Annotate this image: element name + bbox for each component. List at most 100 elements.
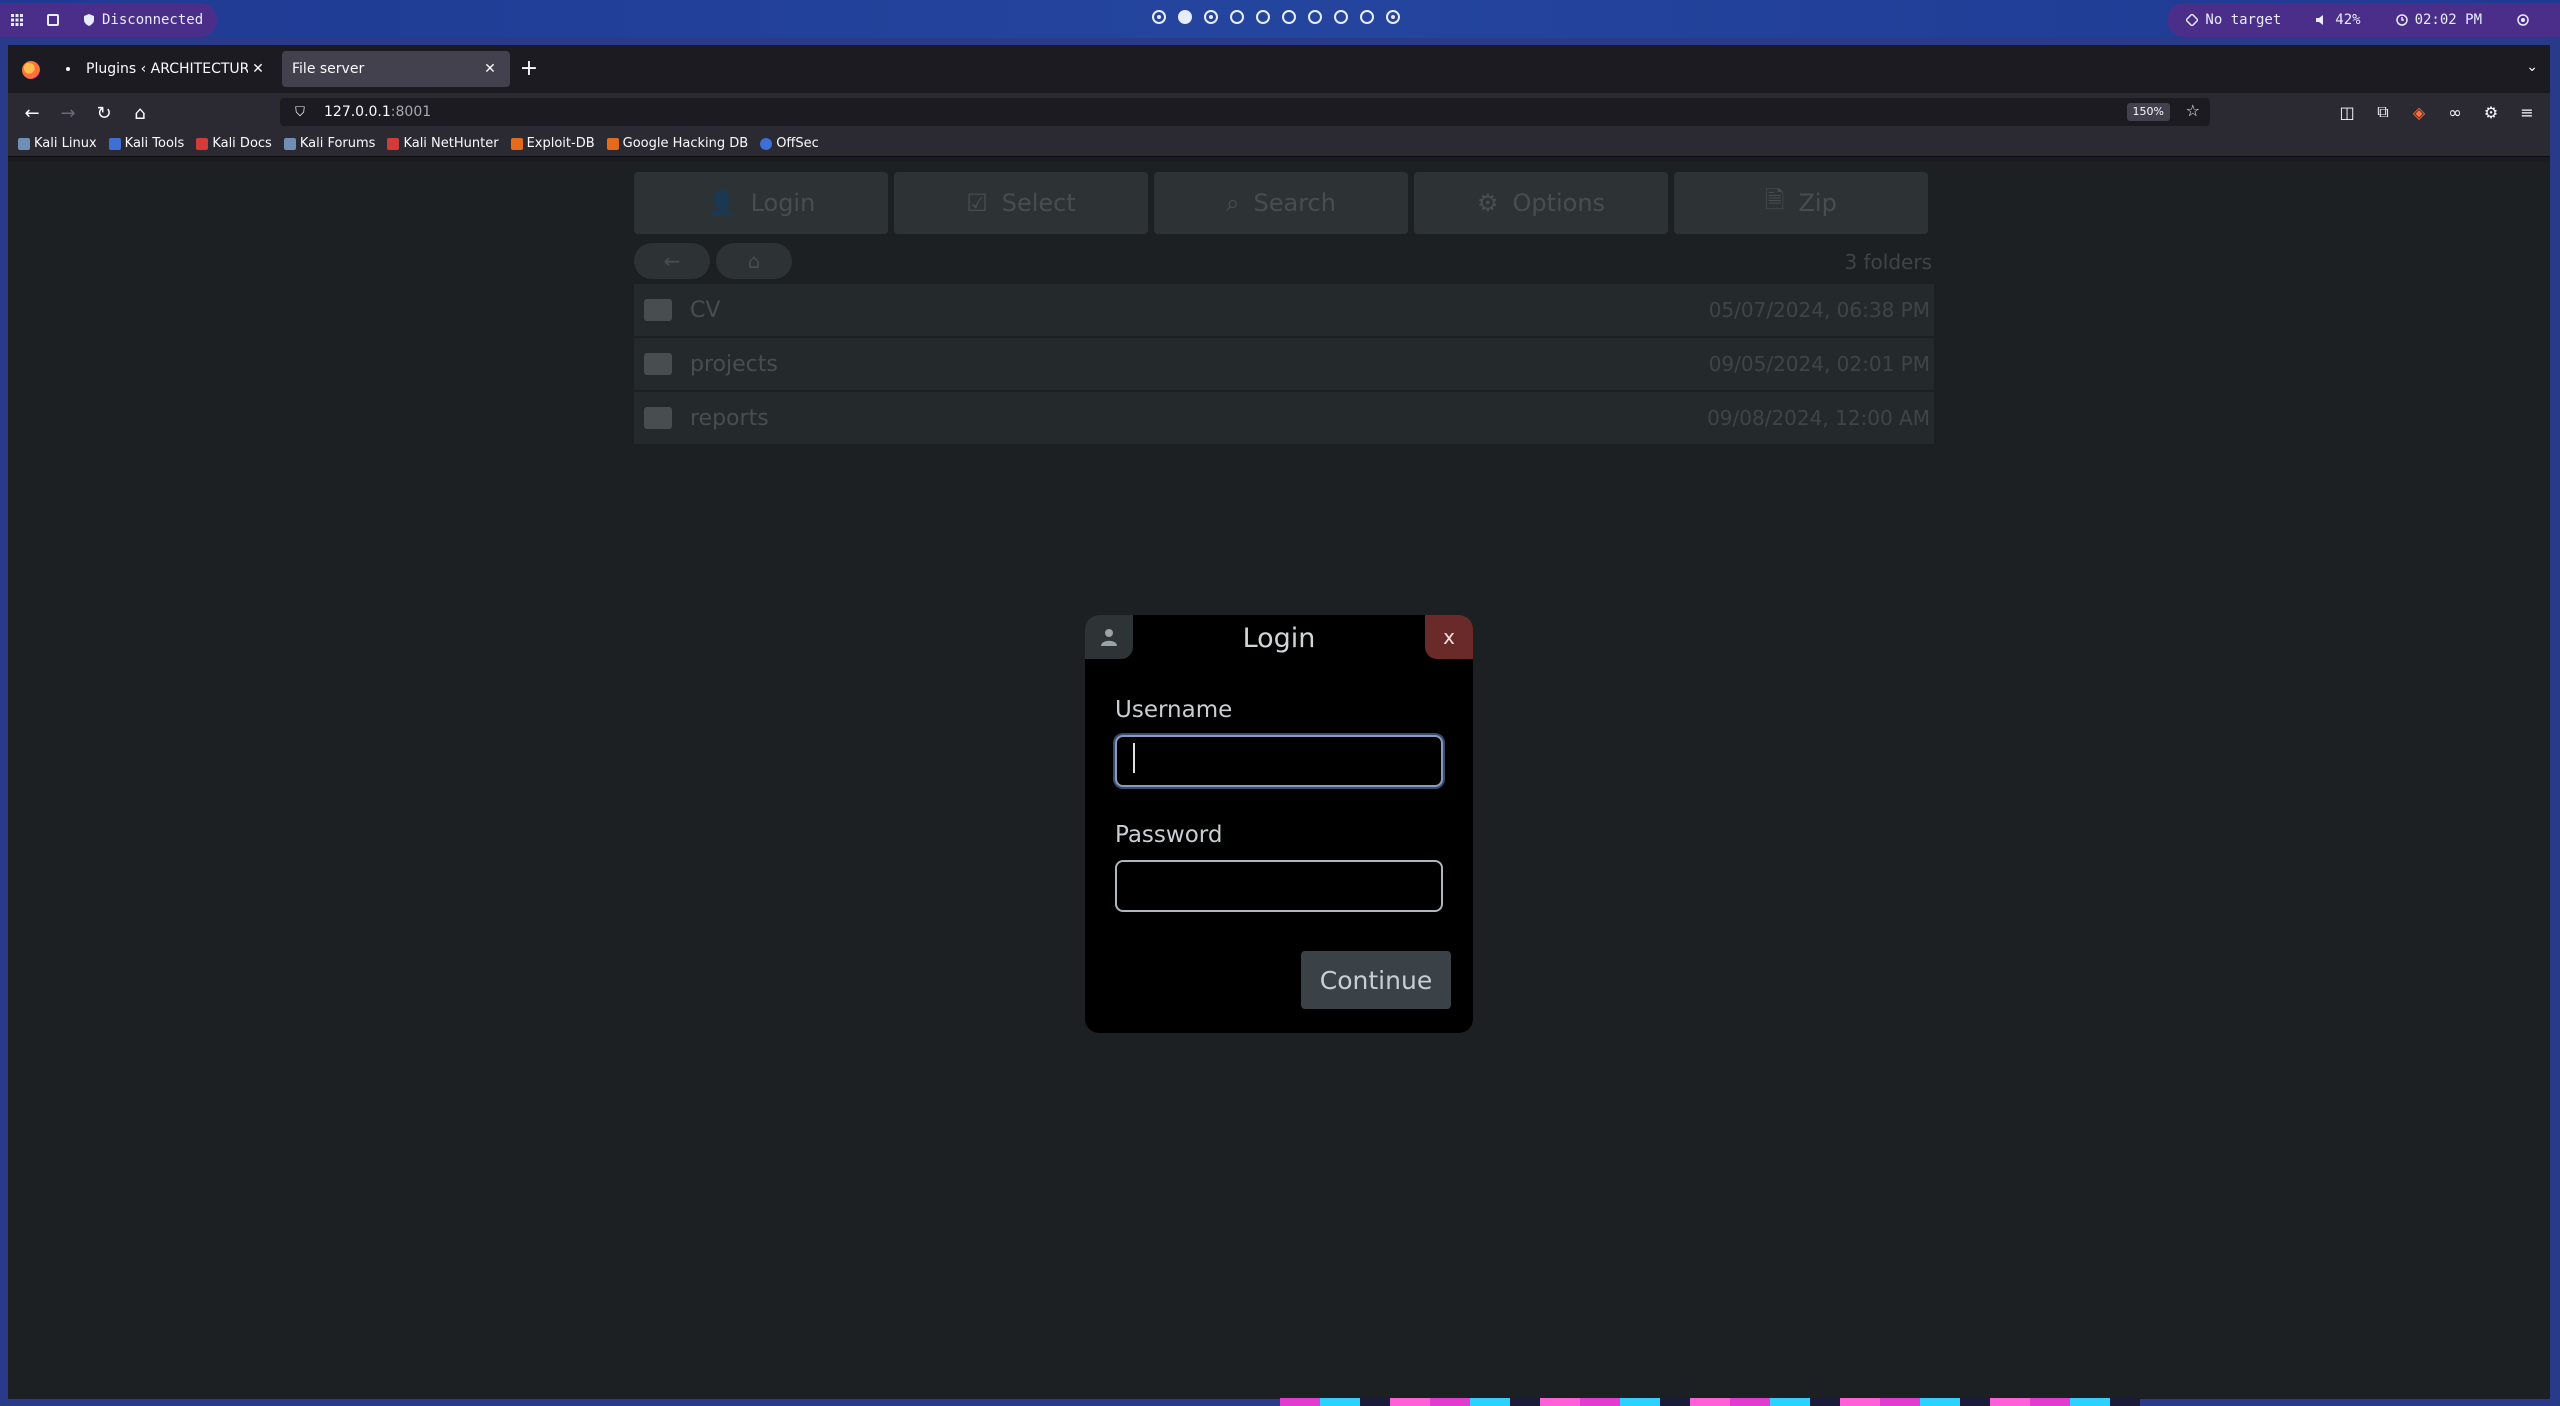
workspace-4[interactable]	[1230, 10, 1244, 24]
file-server-toolbar: 👤 Login ☑ Select ⌕ Search ⚙ Options 🗎 Zip	[634, 172, 1934, 234]
text-caret	[1133, 743, 1135, 773]
zoom-level-badge[interactable]: 150%	[2126, 103, 2170, 121]
tab-title: Plugins ‹ ARCHITECTURE, …	[86, 61, 248, 77]
foxyproxy-icon[interactable]: ◈	[2406, 99, 2432, 125]
bookmark-offsec[interactable]: OffSec	[760, 136, 819, 151]
ghdb-icon	[606, 137, 619, 150]
folder-date: 09/05/2024, 02:01 PM	[1708, 352, 1930, 376]
folder-name[interactable]: CV	[690, 298, 720, 323]
system-top-bar: Disconnected No target 42% 02:02 PM	[0, 0, 2560, 38]
workspace-5[interactable]	[1256, 10, 1270, 24]
bookmark-exploit-db[interactable]: Exploit-DB	[510, 136, 595, 151]
forward-arrow-icon[interactable]: →	[54, 99, 82, 127]
workspace-6[interactable]	[1282, 10, 1296, 24]
url-text[interactable]: 127.0.0.1:8001	[324, 104, 431, 120]
username-field[interactable]	[1115, 735, 1443, 787]
workspace-10[interactable]	[1386, 10, 1400, 24]
bookmark-kali-forums[interactable]: Kali Forums	[283, 136, 375, 151]
login-modal: Login x Username Password Continue	[1085, 615, 1473, 1033]
bookmark-star-icon[interactable]: ☆	[2186, 101, 2200, 120]
navigation-toolbar: ← → ↻ ⌂ ⛉ 127.0.0.1:8001 150% ☆ ◫ ⧉ ◈ ∞ …	[8, 93, 2550, 131]
target-indicator[interactable]: No target	[2185, 12, 2281, 28]
speaker-icon	[2315, 13, 2329, 27]
bookmarks-toolbar: Kali Linux Kali Tools Kali Docs Kali For…	[8, 131, 2550, 157]
search-button[interactable]: ⌕ Search	[1154, 172, 1408, 234]
bookmark-google-hacking-db[interactable]: Google Hacking DB	[606, 136, 748, 151]
clock-text: 02:02 PM	[2414, 12, 2482, 28]
login-button-label: Login	[750, 189, 816, 217]
power-icon[interactable]	[2516, 13, 2530, 27]
modal-title: Login	[1242, 623, 1316, 654]
options-button[interactable]: ⚙ Options	[1414, 172, 1668, 234]
continue-button[interactable]: Continue	[1301, 951, 1451, 1009]
bookmark-label: Kali Tools	[124, 136, 185, 151]
password-label: Password	[1115, 822, 1223, 848]
bookmark-kali-docs[interactable]: Kali Docs	[196, 136, 272, 151]
search-button-label: Search	[1253, 189, 1336, 217]
zip-button-label: Zip	[1798, 189, 1837, 217]
folder-date: 05/07/2024, 06:38 PM	[1708, 298, 1930, 322]
url-port: :8001	[390, 104, 432, 120]
workspace-8[interactable]	[1334, 10, 1348, 24]
volume-indicator[interactable]: 42%	[2315, 12, 2361, 28]
workspace-1[interactable]	[1152, 10, 1166, 24]
window-icon[interactable]	[46, 13, 60, 27]
app-menu-icon[interactable]	[10, 13, 24, 27]
file-server-nav: ← ⌂ 3 folders	[634, 240, 1934, 282]
new-tab-plus-icon[interactable]: +	[516, 57, 542, 83]
list-item[interactable]: reports 09/08/2024, 12:00 AM	[634, 392, 1934, 444]
close-button[interactable]: x	[1425, 615, 1473, 659]
pocket-icon[interactable]: ◫	[2334, 99, 2360, 125]
offsec-icon	[760, 137, 773, 150]
tab-title: File server	[292, 61, 365, 77]
hamburger-menu-icon[interactable]: ≡	[2514, 99, 2540, 125]
folder-name[interactable]: projects	[690, 352, 778, 377]
tab-bar: Plugins ‹ ARCHITECTURE, … ✕ File server …	[8, 45, 2550, 93]
bookmark-kali-nethunter[interactable]: Kali NetHunter	[387, 136, 499, 151]
page-content: 👤 Login ☑ Select ⌕ Search ⚙ Options 🗎 Zip ← ⌂…	[8, 162, 2550, 1399]
workspace-9[interactable]	[1360, 10, 1374, 24]
password-field[interactable]	[1115, 860, 1443, 912]
login-button[interactable]: 👤 Login	[634, 172, 888, 234]
tab-audio-dot-icon	[66, 67, 70, 71]
list-all-tabs-chevron-icon[interactable]: ⌄	[2526, 59, 2538, 75]
home-icon[interactable]: ⌂	[716, 243, 792, 279]
tab-plugins[interactable]: Plugins ‹ ARCHITECTURE, … ✕	[56, 51, 278, 87]
kali-tools-icon	[108, 137, 121, 150]
vpn-status[interactable]: Disconnected	[82, 12, 203, 28]
url-bar[interactable]: ⛉ 127.0.0.1:8001 150% ☆	[280, 98, 2210, 126]
workspace-7[interactable]	[1308, 10, 1322, 24]
tab-close-icon[interactable]: ✕	[248, 59, 268, 79]
reload-icon[interactable]: ↻	[90, 99, 118, 127]
back-arrow-icon[interactable]: ←	[18, 99, 46, 127]
desktop-wallpaper	[1280, 1398, 2140, 1406]
folder-count: 3 folders	[1844, 250, 1932, 274]
zip-button[interactable]: 🗎 Zip	[1674, 172, 1928, 234]
exploit-db-icon	[510, 137, 523, 150]
tab-file-server[interactable]: File server ✕	[282, 51, 510, 87]
bookmark-label: Exploit-DB	[526, 136, 595, 151]
extensions-icon[interactable]: ⧉	[2370, 99, 2396, 125]
bookmark-kali-linux[interactable]: Kali Linux	[18, 136, 97, 151]
bookmark-label: Kali Linux	[34, 136, 97, 151]
home-icon[interactable]: ⌂	[126, 99, 154, 127]
clock[interactable]: 02:02 PM	[2395, 12, 2482, 28]
select-button[interactable]: ☑ Select	[894, 172, 1148, 234]
workspace-3[interactable]	[1204, 10, 1218, 24]
kali-docs-icon	[196, 137, 209, 150]
select-button-label: Select	[1001, 189, 1076, 217]
folder-name[interactable]: reports	[690, 406, 769, 431]
system-bar-right: No target 42% 02:02 PM	[2167, 0, 2560, 38]
privacy-mask-icon[interactable]: ∞	[2442, 99, 2468, 125]
tracking-shield-icon[interactable]: ⛉	[288, 105, 312, 120]
tab-close-icon[interactable]: ✕	[480, 59, 500, 79]
system-bar-left-pill: Disconnected	[0, 3, 218, 37]
crosshair-icon	[2185, 13, 2199, 27]
back-arrow-icon[interactable]: ←	[634, 243, 710, 279]
settings-gear-icon[interactable]: ⚙	[2478, 99, 2504, 125]
workspace-2[interactable]	[1178, 10, 1192, 24]
list-item[interactable]: projects 09/05/2024, 02:01 PM	[634, 338, 1934, 390]
firefox-logo-icon[interactable]	[22, 61, 40, 79]
list-item[interactable]: CV 05/07/2024, 06:38 PM	[634, 284, 1934, 336]
bookmark-kali-tools[interactable]: Kali Tools	[108, 136, 185, 151]
